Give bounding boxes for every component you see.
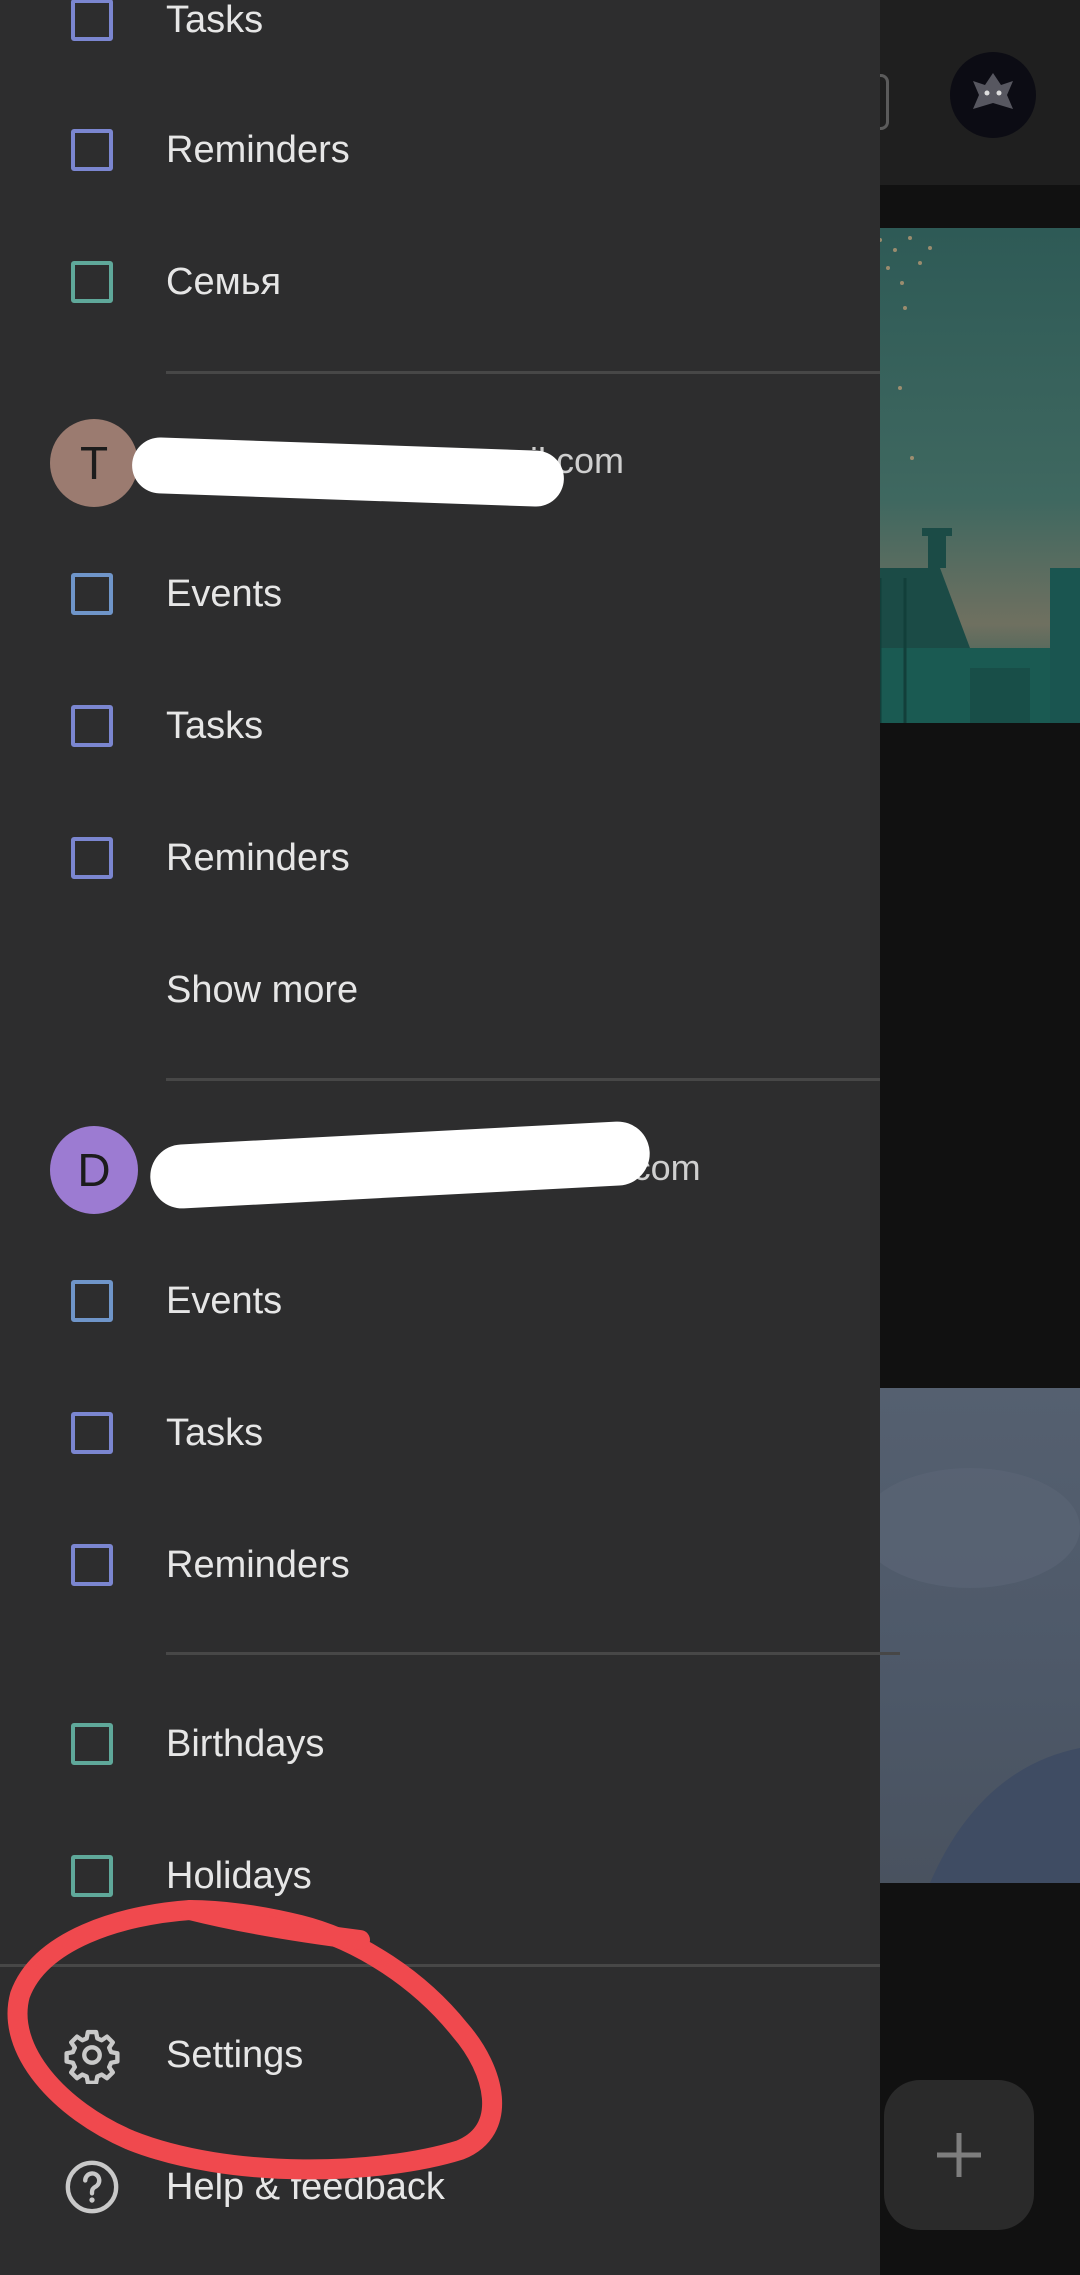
divider: [166, 1078, 880, 1081]
calendar-item-reminders[interactable]: Reminders: [0, 100, 880, 200]
create-event-fab[interactable]: [884, 2080, 1034, 2230]
redaction-mark: [131, 436, 565, 508]
calendar-item-tasks[interactable]: Tasks: [0, 676, 880, 776]
checkbox[interactable]: [71, 705, 113, 747]
show-more-label: Show more: [166, 968, 359, 1011]
account-header: D @gmail.com: [0, 1115, 880, 1225]
divider: [0, 1964, 880, 1967]
settings-button[interactable]: Settings: [0, 2005, 880, 2105]
calendar-item-reminders[interactable]: Reminders: [0, 1515, 880, 1615]
help-feedback-label: Help & feedback: [166, 2165, 445, 2208]
checkbox[interactable]: [71, 1855, 113, 1897]
checkbox[interactable]: [71, 1544, 113, 1586]
checkbox[interactable]: [71, 837, 113, 879]
month-illustration-card: [860, 1388, 1080, 1883]
calendar-item-family[interactable]: Семья: [0, 232, 880, 332]
help-circle-icon: [62, 2157, 122, 2217]
profile-avatar[interactable]: [950, 52, 1036, 138]
settings-label: Settings: [166, 2033, 304, 2076]
checkbox[interactable]: [71, 0, 113, 41]
calendar-item-reminders[interactable]: Reminders: [0, 808, 880, 908]
calendar-item-label: Reminders: [166, 836, 350, 879]
checkbox[interactable]: [71, 573, 113, 615]
calendar-item-label: Tasks: [166, 1411, 264, 1454]
account-header: T il.com: [0, 408, 880, 518]
calendar-item-events[interactable]: Events: [0, 544, 880, 644]
calendar-item-label: Reminders: [166, 128, 350, 171]
wolf-emblem-icon: [973, 73, 1013, 109]
hill-illustration: [860, 1468, 1080, 1883]
divider: [166, 371, 880, 374]
calendar-item-tasks[interactable]: Tasks: [0, 0, 880, 70]
calendar-item-label: Tasks: [166, 0, 264, 41]
screen: Tasks Reminders Семья T il.com Events Ta…: [0, 0, 1080, 2275]
checkbox[interactable]: [71, 1280, 113, 1322]
calendar-item-birthdays[interactable]: Birthdays: [0, 1694, 880, 1794]
divider: [166, 1652, 900, 1655]
gear-icon: [62, 2025, 122, 2085]
calendar-item-label: Tasks: [166, 704, 264, 747]
calendar-item-label: Birthdays: [166, 1722, 325, 1765]
checkbox[interactable]: [71, 1412, 113, 1454]
navigation-drawer: Tasks Reminders Семья T il.com Events Ta…: [0, 0, 900, 2275]
calendar-item-label: Events: [166, 1279, 283, 1322]
calendar-item-holidays[interactable]: Holidays: [0, 1826, 880, 1926]
calendar-item-label: Holidays: [166, 1854, 312, 1897]
house-illustration: [860, 236, 1080, 723]
checkbox[interactable]: [71, 1723, 113, 1765]
checkbox[interactable]: [71, 129, 113, 171]
calendar-item-tasks[interactable]: Tasks: [0, 1383, 880, 1483]
plus-icon: [937, 2133, 981, 2177]
redaction-mark: [148, 1119, 652, 1211]
account-avatar: T: [50, 419, 138, 507]
show-more-button[interactable]: Show more: [0, 940, 880, 1040]
checkbox[interactable]: [71, 261, 113, 303]
account-avatar: D: [50, 1126, 138, 1214]
help-feedback-button[interactable]: Help & feedback: [0, 2137, 880, 2237]
calendar-item-label: Семья: [166, 260, 282, 303]
calendar-item-label: Events: [166, 572, 283, 615]
calendar-item-label: Reminders: [166, 1543, 350, 1586]
month-illustration-card: [860, 228, 1080, 723]
calendar-item-events[interactable]: Events: [0, 1251, 880, 1351]
